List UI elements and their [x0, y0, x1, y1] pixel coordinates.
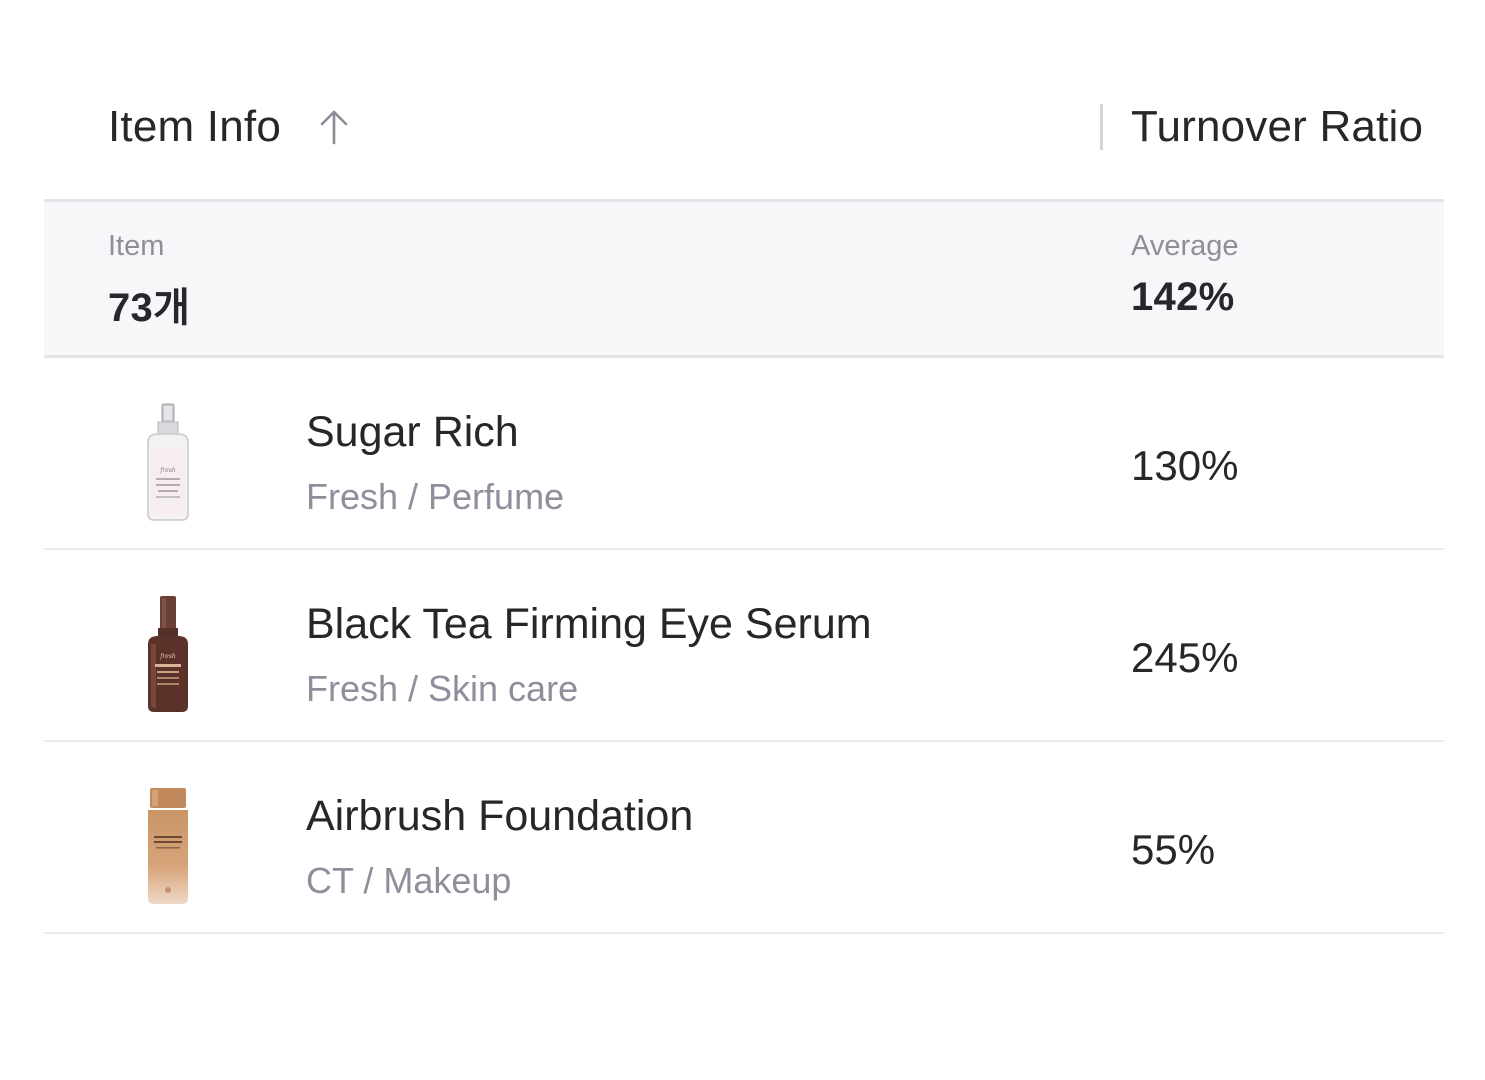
summary-row: Item 73개 Average 142%: [44, 202, 1444, 358]
item-info-column-header[interactable]: Item Info: [108, 102, 351, 152]
table-header: Item Info Turnover Ratio: [44, 60, 1444, 202]
foundation-bottle-icon: [138, 786, 198, 906]
average-ratio-summary: Average 142%: [1131, 230, 1239, 320]
item-name: Black Tea Firming Eye Serum: [306, 600, 872, 648]
item-count-value: 73개: [108, 286, 191, 330]
average-caption: Average: [1131, 230, 1239, 262]
item-turnover-ratio: 55%: [1131, 826, 1216, 873]
turnover-ratio-column-header[interactable]: Turnover Ratio: [1131, 102, 1423, 152]
item-turnover-ratio: 245%: [1131, 634, 1239, 681]
item-brand-category: Fresh / Perfume: [306, 476, 565, 517]
perfume-bottle-icon: fresh: [138, 402, 198, 522]
svg-text:fresh: fresh: [159, 467, 176, 474]
serum-bottle-icon: fresh: [138, 594, 198, 714]
table-row[interactable]: fresh Sugar Rich Fresh / Perfume 130%: [44, 358, 1444, 550]
item-caption: Item: [108, 230, 165, 262]
turnover-ratio-label: Turnover Ratio: [1131, 102, 1424, 151]
column-divider: [1100, 104, 1103, 150]
table-row[interactable]: Airbrush Foundation CT / Makeup 55%: [44, 742, 1444, 934]
item-count-summary: Item 73개: [108, 230, 190, 333]
svg-text:fresh: fresh: [159, 653, 176, 660]
item-brand-category: CT / Makeup: [306, 860, 512, 901]
turnover-table: Item Info Turnover Ratio Item 73개 Averag…: [44, 60, 1444, 934]
item-brand-category: Fresh / Skin care: [306, 668, 579, 709]
item-turnover-ratio: 130%: [1131, 442, 1239, 489]
table-row[interactable]: fresh Black Tea Firming Eye Serum Fresh …: [44, 550, 1444, 742]
arrow-up-icon[interactable]: [317, 109, 351, 145]
average-ratio-value: 142%: [1131, 275, 1235, 319]
item-name: Sugar Rich: [306, 408, 519, 456]
item-info-label: Item Info: [108, 102, 281, 151]
item-name: Airbrush Foundation: [306, 792, 694, 840]
